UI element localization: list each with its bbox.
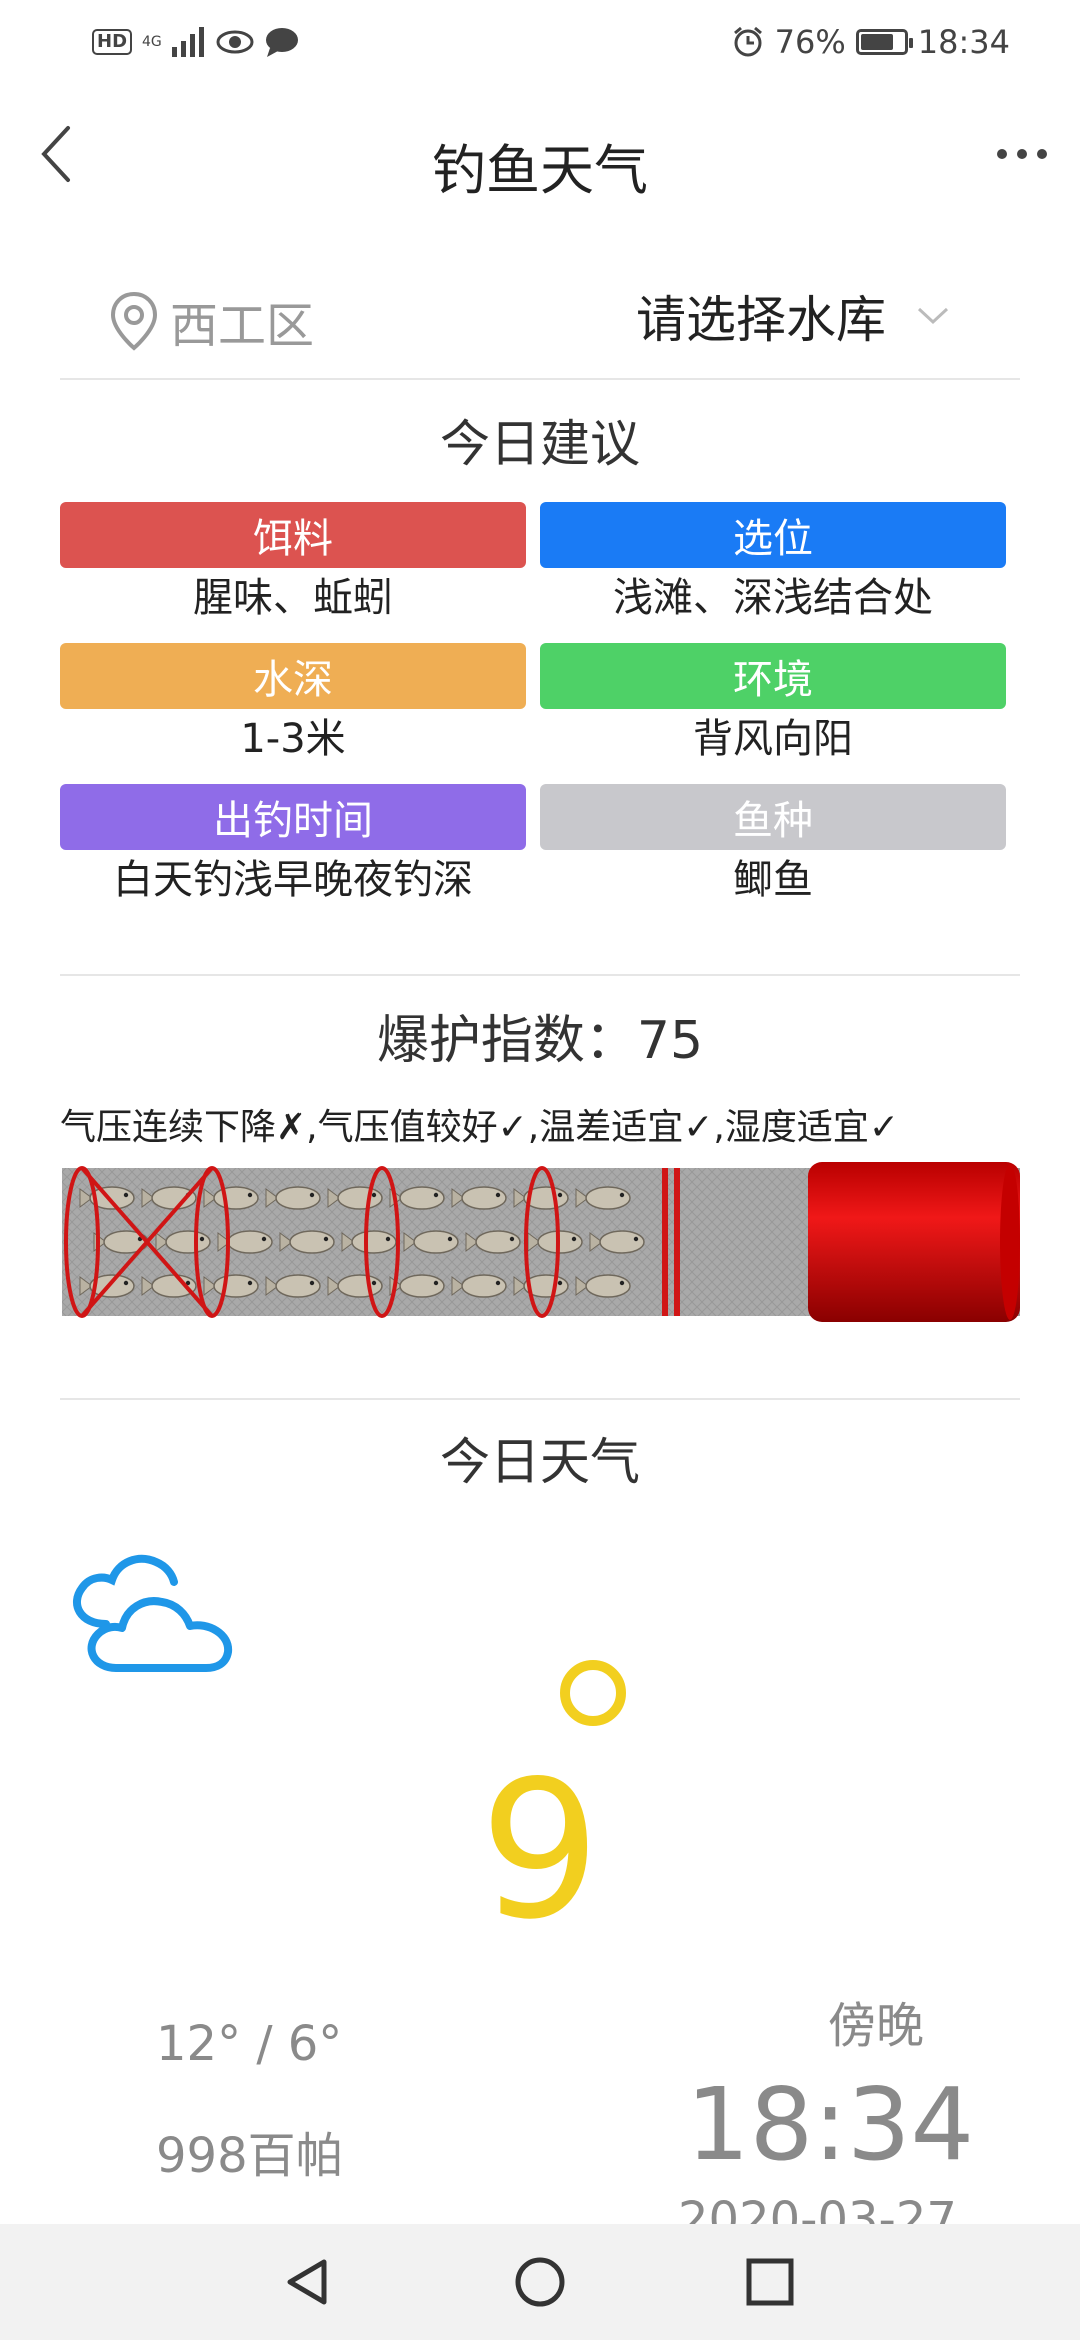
tag-depth: 水深 xyxy=(60,643,526,709)
tag-environment: 环境 xyxy=(540,643,1006,709)
catch-index: 爆护指数：75 xyxy=(0,998,1080,1073)
tag-bait: 饵料 xyxy=(60,502,526,568)
chevron-down-icon xyxy=(917,307,949,325)
catch-index-value: 75 xyxy=(636,1011,704,1071)
weather-title: 今日天气 xyxy=(440,1433,640,1491)
divider xyxy=(60,378,1020,380)
fishing-time-value: 白天钓浅早晚夜钓深 xyxy=(113,857,473,903)
page-title: 钓鱼天气 xyxy=(432,139,648,202)
alarm-icon xyxy=(733,26,762,57)
location-selector[interactable]: 西工区 xyxy=(108,286,314,356)
nav-home-icon[interactable] xyxy=(512,2254,568,2310)
nav-back-icon[interactable] xyxy=(280,2254,336,2310)
signal-icon xyxy=(171,27,204,57)
current-clock: 18:34 xyxy=(686,2066,975,2183)
more-options-icon[interactable] xyxy=(992,136,1052,172)
status-bar: HD 4G 76% 18:34 xyxy=(0,0,1080,84)
battery-icon xyxy=(855,29,913,55)
eye-icon xyxy=(216,30,254,54)
district-label: 西工区 xyxy=(170,298,315,354)
time-period: 傍晚 xyxy=(828,1998,925,2054)
current-temperature: 9 xyxy=(479,1740,601,1961)
status-time: 18:34 xyxy=(917,23,1010,61)
divider xyxy=(60,1398,1020,1400)
status-right: 76% 18:34 xyxy=(731,22,1010,62)
network-type: 4G xyxy=(142,34,162,50)
reservoir-placeholder: 请选择水库 xyxy=(636,291,886,349)
hd-icon: HD xyxy=(92,29,133,55)
system-nav-bar xyxy=(0,2224,1080,2340)
location-pin-icon xyxy=(110,291,158,351)
app-header: 钓鱼天气 xyxy=(0,96,1080,216)
battery-percent: 76% xyxy=(774,23,846,61)
status-left: HD 4G xyxy=(92,22,300,62)
tag-fish-species: 鱼种 xyxy=(540,784,1006,850)
catch-factors: 气压连续下降✗,气压值较好✓,温差适宜✓,湿度适宜✓ xyxy=(60,1107,899,1148)
nav-recents-icon[interactable] xyxy=(742,2254,798,2310)
depth-value: 1-3米 xyxy=(240,716,346,762)
divider xyxy=(60,974,1020,976)
environment-value: 背风向阳 xyxy=(693,716,853,762)
bait-value: 腥味、蚯蚓 xyxy=(193,575,393,621)
position-value: 浅滩、深浅结合处 xyxy=(613,575,933,621)
fish-net-gauge xyxy=(62,1162,1020,1322)
tag-position: 选位 xyxy=(540,502,1006,568)
tag-fishing-time: 出钓时间 xyxy=(60,784,526,850)
temperature-range: 12° / 6° xyxy=(156,2016,343,2072)
message-icon xyxy=(265,28,298,57)
fish-species-value: 鲫鱼 xyxy=(733,857,813,903)
degree-symbol xyxy=(560,1660,626,1726)
cloudy-icon xyxy=(73,1554,233,1672)
catch-index-label: 爆护指数： xyxy=(376,1011,637,1071)
advice-title: 今日建议 xyxy=(440,415,640,473)
air-pressure: 998百帕 xyxy=(156,2128,344,2184)
reservoir-dropdown[interactable]: 请选择水库 xyxy=(636,280,950,352)
